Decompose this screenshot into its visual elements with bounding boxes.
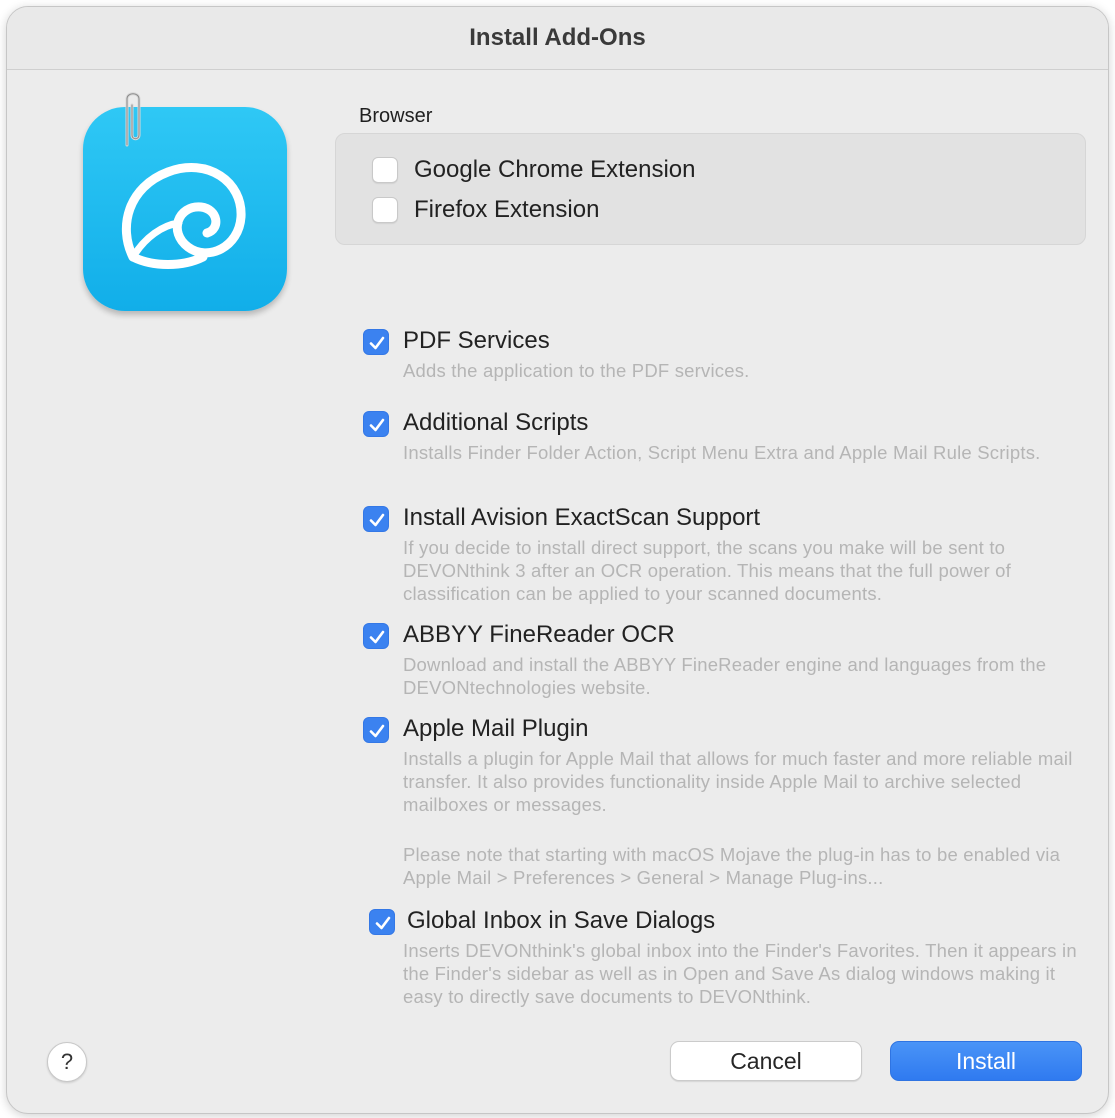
title-bar: Install Add-Ons [7,7,1108,70]
global-inbox-label[interactable]: Global Inbox in Save Dialogs [407,907,715,935]
help-button[interactable]: ? [47,1042,87,1082]
avision-exactscan-description: If you decide to install direct support,… [403,537,1012,604]
pdf-services-label[interactable]: PDF Services [403,327,550,355]
global-inbox-checkbox[interactable] [369,909,395,935]
browser-group-box: Google Chrome Extension Firefox Extensio… [335,133,1086,245]
avision-exactscan-checkbox[interactable] [363,506,389,532]
install-button[interactable]: Install [890,1041,1082,1081]
install-addons-dialog: Install Add-Ons Browser Google Chrome Ex… [6,6,1109,1114]
app-icon [83,107,287,311]
additional-scripts-label[interactable]: Additional Scripts [403,409,588,437]
global-inbox-description: Inserts DEVONthink's global inbox into t… [403,940,1077,1007]
abbyy-finereader-checkbox[interactable] [363,623,389,649]
apple-mail-plugin-note: Please note that starting with macOS Moj… [403,844,1061,888]
checkmark-icon [369,513,385,527]
apple-mail-plugin-checkbox[interactable] [363,717,389,743]
paperclip-icon [125,92,141,147]
checkmark-icon [369,724,385,738]
checkmark-icon [369,630,385,644]
pdf-services-checkbox[interactable] [363,329,389,355]
apple-mail-plugin-description: Installs a plugin for Apple Mail that al… [403,748,1073,815]
additional-scripts-checkbox[interactable] [363,411,389,437]
additional-scripts-description: Installs Finder Folder Action, Script Me… [403,442,1041,463]
chrome-extension-checkbox[interactable] [372,157,398,183]
avision-exactscan-label[interactable]: Install Avision ExactScan Support [403,504,760,532]
chrome-extension-label[interactable]: Google Chrome Extension [414,156,695,184]
checkmark-icon [369,418,385,432]
browser-group-label: Browser [359,105,433,127]
shell-icon [121,163,246,269]
abbyy-finereader-label[interactable]: ABBYY FineReader OCR [403,621,675,649]
checkmark-icon [375,916,391,930]
pdf-services-description: Adds the application to the PDF services… [403,360,750,381]
firefox-extension-checkbox[interactable] [372,197,398,223]
firefox-extension-label[interactable]: Firefox Extension [414,196,599,224]
abbyy-finereader-description: Download and install the ABBYY FineReade… [403,654,1047,698]
dialog-title: Install Add-Ons [469,24,646,51]
apple-mail-plugin-label[interactable]: Apple Mail Plugin [403,715,588,743]
cancel-button[interactable]: Cancel [670,1041,862,1081]
checkmark-icon [369,336,385,350]
